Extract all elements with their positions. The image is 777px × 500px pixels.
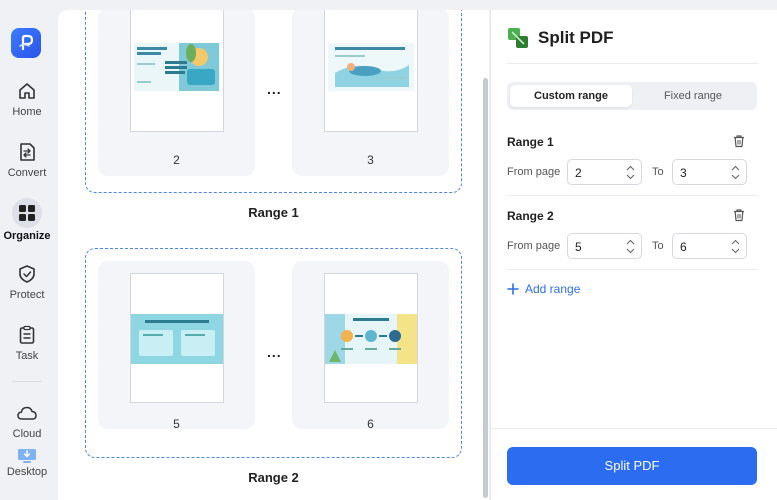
range-group-label: Range 1: [248, 205, 299, 220]
organize-icon-bg: [12, 198, 42, 228]
footer-divider: [491, 428, 777, 429]
nav-home[interactable]: Home: [0, 80, 54, 118]
panel-title: Split PDF: [538, 28, 614, 47]
plus-icon: [507, 283, 519, 295]
range-mode-tabs: Custom range Fixed range: [507, 82, 757, 110]
page-number: 5: [173, 417, 180, 431]
more-pages-ellipsis: ...: [267, 344, 282, 360]
page-thumbnail-image: [134, 43, 220, 91]
page-thumbnail-image: [325, 314, 417, 364]
stepper-value: 6: [680, 240, 687, 254]
range-group-1: 2 ... 3: [85, 10, 462, 193]
chevron-down-icon[interactable]: [731, 174, 740, 180]
page-card[interactable]: 6: [292, 261, 449, 431]
chevron-up-icon[interactable]: [731, 165, 740, 171]
page-thumbnail: [130, 10, 224, 132]
nav-convert-label: Convert: [7, 167, 47, 179]
organize-icon: [19, 205, 35, 221]
add-range-button[interactable]: Add range: [507, 282, 580, 296]
panel-divider: [507, 63, 758, 64]
nav-home-label: Home: [12, 106, 42, 118]
page-thumbnail: [324, 10, 418, 132]
chevron-up-icon[interactable]: [626, 165, 635, 171]
chevron-up-icon[interactable]: [626, 239, 635, 245]
split-pdf-button[interactable]: Split PDF: [507, 447, 757, 485]
convert-icon: [20, 143, 35, 161]
tab-custom-range[interactable]: Custom range: [510, 85, 632, 107]
stepper-value: 3: [680, 166, 687, 180]
chevron-up-icon[interactable]: [731, 239, 740, 245]
stepper-value: 5: [575, 240, 582, 254]
trash-icon[interactable]: [732, 134, 746, 148]
page-thumbnail-image: [328, 43, 414, 91]
split-pdf-icon: [508, 28, 528, 48]
range-1-title: Range 1: [507, 135, 554, 149]
stepper-value: 2: [575, 166, 582, 180]
page-thumbnail: [130, 273, 224, 403]
nav-task[interactable]: Task: [0, 324, 54, 362]
sidebar-divider: [12, 381, 42, 382]
page-card[interactable]: 5: [98, 261, 255, 431]
desktop-icon: [18, 449, 36, 463]
add-range-label: Add range: [525, 282, 581, 296]
page-preview-canvas: 2 ... 3 Range 1 5 ... 6 Range 2: [58, 10, 489, 500]
nav-cloud[interactable]: Cloud: [0, 402, 54, 440]
more-pages-ellipsis: ...: [267, 81, 282, 97]
nav-protect[interactable]: Protect: [0, 263, 54, 301]
nav-organize-label: Organize: [3, 230, 51, 242]
trash-icon[interactable]: [732, 208, 746, 222]
page-card[interactable]: 2: [98, 10, 255, 176]
nav-desktop-label: Desktop: [6, 466, 48, 478]
range-divider: [507, 195, 758, 196]
from-page-label: From page: [507, 166, 561, 178]
app-logo[interactable]: [11, 28, 41, 58]
page-thumbnail-image: [131, 314, 223, 364]
page-number: 3: [367, 153, 374, 167]
cloud-icon: [17, 406, 37, 420]
range-group-label: Range 2: [248, 470, 299, 485]
nav-convert[interactable]: Convert: [0, 141, 54, 179]
to-label: To: [652, 166, 664, 178]
range-1-to-stepper[interactable]: 3: [672, 159, 747, 185]
page-number: 2: [173, 153, 180, 167]
to-label: To: [652, 240, 664, 252]
from-page-label: From page: [507, 240, 561, 252]
range-2-title: Range 2: [507, 209, 554, 223]
clipboard-icon: [19, 325, 35, 344]
tab-fixed-range[interactable]: Fixed range: [632, 85, 754, 107]
nav-organize[interactable]: Organize: [0, 198, 54, 242]
chevron-down-icon[interactable]: [731, 248, 740, 254]
range-1-from-stepper[interactable]: 2: [567, 159, 642, 185]
sidebar: Home Convert Organize Protect Task Cloud…: [0, 0, 54, 500]
range-group-2: 5 ... 6: [85, 248, 462, 458]
split-panel: Split PDF Custom range Fixed range Range…: [490, 10, 777, 500]
range-divider: [507, 269, 758, 270]
range-2-to-stepper[interactable]: 6: [672, 233, 747, 259]
nav-task-label: Task: [15, 350, 39, 362]
chevron-down-icon[interactable]: [626, 174, 635, 180]
chevron-down-icon[interactable]: [626, 248, 635, 254]
page-number: 6: [367, 417, 374, 431]
nav-desktop[interactable]: Desktop: [0, 448, 54, 478]
nav-cloud-label: Cloud: [12, 428, 42, 440]
logo-icon: [19, 34, 34, 51]
page-card[interactable]: 3: [292, 10, 449, 176]
canvas-scrollbar[interactable]: [483, 78, 488, 498]
shield-icon: [19, 265, 35, 283]
range-2-from-stepper[interactable]: 5: [567, 233, 642, 259]
page-thumbnail: [324, 273, 418, 403]
home-icon: [19, 83, 35, 99]
nav-protect-label: Protect: [9, 289, 45, 301]
